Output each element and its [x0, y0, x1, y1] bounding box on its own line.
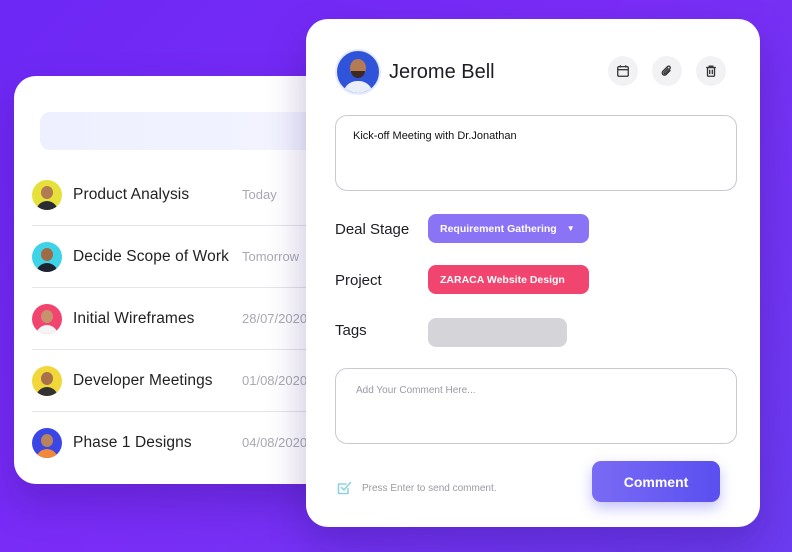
task-date: Tomorrow: [242, 249, 300, 264]
task-row[interactable]: Product Analysis Today: [32, 164, 332, 226]
attach-button[interactable]: [652, 56, 682, 86]
comment-button[interactable]: Comment: [592, 461, 720, 502]
trash-icon: [706, 65, 716, 77]
comment-placeholder: Add Your Comment Here...: [356, 385, 476, 396]
avatar: [32, 241, 62, 272]
project-pill[interactable]: ZARACA Website Design: [428, 265, 589, 294]
task-row[interactable]: Phase 1 Designs 04/08/2020: [32, 412, 332, 473]
task-date: 04/08/2020: [242, 435, 308, 450]
project-label: Project: [335, 272, 382, 289]
meeting-title-field[interactable]: Kick-off Meeting with Dr.Jonathan: [335, 115, 737, 191]
caret-down-icon: ▼: [566, 224, 575, 233]
calendar-icon: [617, 65, 629, 77]
avatar: [32, 303, 62, 334]
task-row[interactable]: Initial Wireframes 28/07/2020: [32, 288, 332, 350]
hint-text: Press Enter to send comment.: [362, 483, 497, 494]
tags-label: Tags: [335, 322, 367, 339]
task-row[interactable]: Developer Meetings 01/08/2020: [32, 350, 332, 412]
task-title: Product Analysis: [73, 185, 190, 203]
comment-input[interactable]: Add Your Comment Here...: [335, 368, 737, 444]
deal-stage-value: Requirement Gathering: [440, 222, 557, 235]
task-date: 28/07/2020: [242, 311, 308, 326]
delete-button[interactable]: [696, 56, 726, 86]
task-row[interactable]: Decide Scope of Work Tomorrow: [32, 226, 332, 288]
task-date: 01/08/2020: [242, 373, 308, 388]
task-title: Initial Wireframes: [73, 309, 195, 327]
deal-stage-label: Deal Stage: [335, 221, 410, 238]
search-bar[interactable]: [40, 112, 340, 150]
task-title: Phase 1 Designs: [73, 433, 192, 451]
user-name: Jerome Bell: [389, 61, 495, 83]
task-title: Decide Scope of Work: [73, 247, 229, 265]
avatar: [32, 365, 62, 396]
avatar: [32, 427, 62, 458]
task-title: Developer Meetings: [73, 371, 213, 389]
task-list: Product Analysis Today Decide Scope of W…: [32, 164, 332, 473]
task-list-card: Product Analysis Today Decide Scope of W…: [14, 76, 344, 484]
meeting-text: Kick-off Meeting with Dr.Jonathan: [353, 130, 517, 142]
calendar-button[interactable]: [608, 56, 638, 86]
avatar: [335, 49, 381, 95]
tags-field[interactable]: [428, 318, 567, 347]
checkbox-icon[interactable]: [335, 479, 353, 497]
task-date: Today: [242, 187, 277, 202]
deal-stage-dropdown[interactable]: Requirement Gathering ▼: [428, 214, 589, 243]
deal-detail-card: Jerome Bell Kick-off Meeting with Dr.Jon…: [306, 19, 760, 527]
avatar: [32, 179, 62, 210]
project-value: ZARACA Website Design: [440, 273, 565, 286]
paperclip-icon: [661, 65, 671, 76]
